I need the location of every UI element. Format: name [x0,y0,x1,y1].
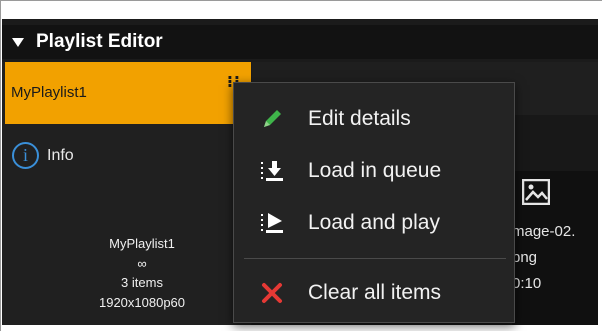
menu-separator [244,258,506,259]
menu-item-label: Load in queue [308,159,442,182]
playlist-media-card[interactable]: mage-02. png 0:10 [512,171,598,325]
load-play-icon [261,213,283,233]
info-icon: i [12,142,39,169]
media-meta: mage-02. png 0:10 [512,219,575,297]
menu-item-clear-all[interactable]: Clear all items [234,268,514,318]
menu-item-load-in-queue[interactable]: Load in queue [234,146,514,196]
clear-x-icon [262,283,282,303]
image-icon [522,179,550,205]
panel-title: Playlist Editor [36,31,163,52]
playlist-item-selected[interactable]: MyPlaylist1 ⁝⁝ [5,62,251,124]
details-format: 1920x1080p60 [98,294,186,310]
details-loop: ∞ [137,255,147,271]
playlist-item-name: MyPlaylist1 [11,84,87,101]
pencil-icon [264,110,281,127]
info-label: Info [47,146,74,164]
collapse-caret-icon[interactable] [12,37,24,47]
media-duration: 0:10 [512,275,542,292]
menu-item-label: Load and play [308,211,440,234]
menu-item-load-and-play[interactable]: Load and play [234,198,514,248]
menu-item-edit-details[interactable]: Edit details [234,94,514,144]
details-item-count: 3 items [121,275,163,290]
details-name: MyPlaylist1 [109,236,175,251]
media-filename-line1: mage-02. [512,223,576,240]
media-filename-line2: png [512,249,538,266]
load-queue-icon [261,161,283,181]
playlist-context-menu: Edit details Load in queue Load and play… [233,82,515,323]
menu-item-label: Edit details [308,107,411,130]
playlist-editor-header[interactable]: Playlist Editor [2,25,598,59]
playlist-sidebar: MyPlaylist1 ⁝⁝ i Info MyPlaylist1 ∞ 3 it… [2,62,251,325]
playlist-details: MyPlaylist1 ∞ 3 items 1920x1080p60 [62,234,222,312]
info-button[interactable]: i Info [12,142,74,169]
app-frame: Playlist Editor MyPlaylist1 ⁝⁝ i Info My… [0,0,602,331]
menu-item-label: Clear all items [308,281,442,304]
